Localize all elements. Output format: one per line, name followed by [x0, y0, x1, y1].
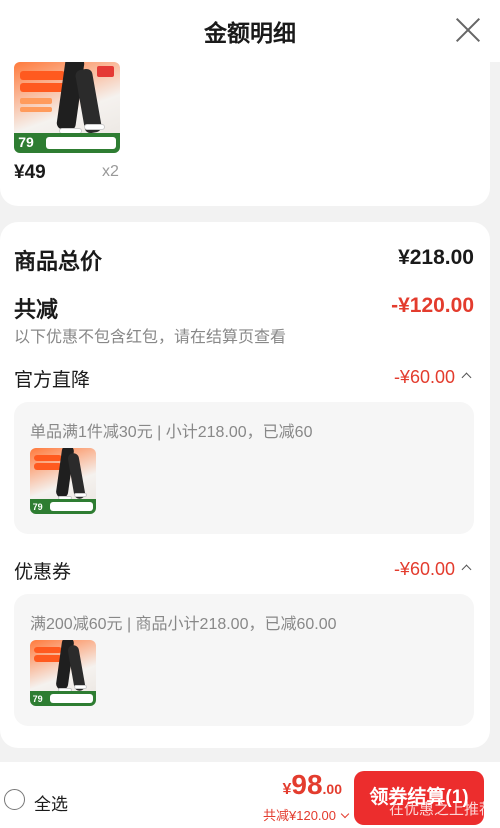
section-official-discount-amount: -¥60.00: [393, 367, 455, 387]
thumbnail-price: 79: [32, 502, 43, 513]
page-title: 金额明细: [204, 20, 296, 46]
watermark-text: 在优惠之上推荐: [388, 801, 494, 818]
discount-value: -¥120.00: [391, 294, 474, 317]
thumbnail-price: 79: [32, 694, 43, 705]
official-discount-desc: 单品满1件减30元 | 小计218.00，已减60: [30, 424, 313, 441]
item-price: ¥49: [14, 162, 46, 183]
total-value: ¥218.00: [398, 246, 474, 269]
official-discount-detail: 单品满1件减30元 | 小计218.00，已减60 79: [14, 402, 474, 534]
price-detail-card: 商品总价 ¥218.00 共减 -¥120.00 以下优惠不包含红包，请在结算页…: [0, 222, 490, 748]
section-official-discount-toggle[interactable]: -¥60.00: [393, 367, 472, 388]
section-coupon-toggle[interactable]: -¥60.00: [393, 559, 472, 580]
header: 金额明细: [0, 0, 500, 62]
section-coupon-label: 优惠券: [14, 562, 72, 583]
discount-label: 共减: [14, 297, 59, 322]
chevron-down-icon: [340, 809, 350, 819]
select-all-radio[interactable]: [4, 789, 25, 810]
item-quantity: x2: [102, 163, 119, 180]
coupon-desc: 满200减60元 | 商品小计218.00，已减60.00: [30, 616, 337, 633]
product-card: 79: [0, 62, 490, 206]
close-icon[interactable]: [454, 16, 482, 44]
select-all-label[interactable]: 全选: [34, 790, 68, 815]
checkout-bar: 全选 ¥98.00 共减¥120.00 领券结算(1) 在优惠之上推荐: [0, 762, 500, 828]
discount-note: 以下优惠不包含红包，请在结算页查看: [14, 329, 287, 346]
product-thumbnail[interactable]: 79: [14, 62, 120, 153]
coupon-detail: 满200减60元 | 商品小计218.00，已减60.00 79: [14, 594, 474, 726]
section-coupon-amount: -¥60.00: [393, 559, 455, 579]
total-label: 商品总价: [14, 249, 103, 274]
total-price: ¥98.00: [282, 769, 342, 800]
product-thumbnail[interactable]: 79: [30, 640, 96, 706]
thumbnail-price: 79: [18, 134, 34, 151]
product-thumbnail[interactable]: 79: [30, 448, 96, 514]
chevron-up-icon: [461, 372, 472, 383]
saved-amount-toggle[interactable]: 共减¥120.00: [263, 805, 350, 824]
section-official-discount-label: 官方直降: [14, 370, 91, 391]
chevron-up-icon: [461, 564, 472, 575]
